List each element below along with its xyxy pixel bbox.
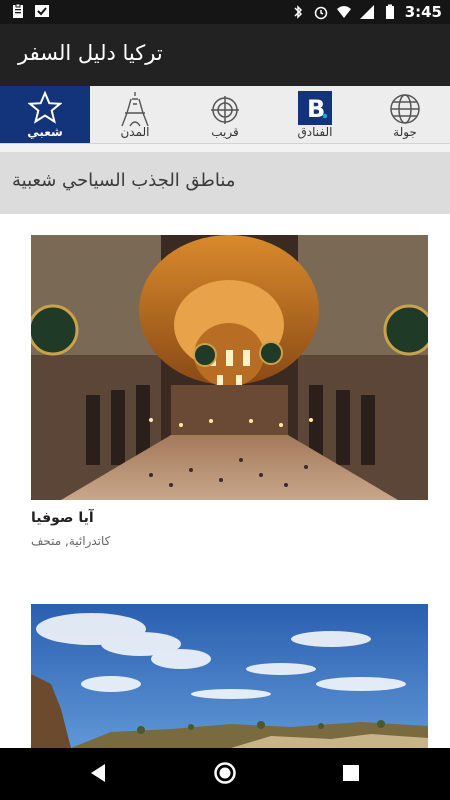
- battery-icon: [385, 4, 394, 19]
- star-icon: [28, 91, 62, 124]
- alarm-icon: [314, 6, 327, 20]
- eiffel-tower-icon: [121, 92, 149, 127]
- tab-nearby[interactable]: قريب: [180, 86, 270, 143]
- section-title: مناطق الجذب السياحي شعبية: [12, 170, 236, 191]
- home-icon[interactable]: [213, 761, 237, 785]
- cappadocia-photo[interactable]: [31, 604, 428, 748]
- svg-text:B: B: [307, 95, 325, 123]
- attraction-card[interactable]: [31, 604, 428, 748]
- status-bar: 3:45: [0, 0, 450, 24]
- clipboard-icon: [13, 3, 23, 18]
- hagia-sophia-photo[interactable]: [31, 235, 428, 500]
- app-title: تركيا دليل السفر: [18, 41, 163, 65]
- tab-cities[interactable]: المدن: [90, 86, 180, 143]
- back-icon[interactable]: [88, 762, 108, 784]
- attraction-name[interactable]: آيا صوفيا: [31, 510, 428, 526]
- attractions-list[interactable]: آيا صوفيا كاتدرائية, متحف: [0, 214, 450, 748]
- tab-popular[interactable]: شعبي: [0, 86, 90, 143]
- category-tabs: شعبي المدن قريب B الفنادق جولة: [0, 86, 450, 144]
- globe-icon: [390, 94, 420, 124]
- recents-icon[interactable]: [342, 764, 360, 782]
- booking-icon: B: [298, 91, 332, 125]
- tab-nearby-label: قريب: [211, 125, 239, 139]
- section-header: مناطق الجذب السياحي شعبية: [0, 152, 450, 214]
- tab-hotels[interactable]: B الفنادق: [270, 86, 360, 143]
- tab-hotels-label: الفنادق: [297, 125, 333, 139]
- tab-tour-label: جولة: [393, 125, 417, 139]
- crosshair-icon: [211, 96, 239, 124]
- attraction-category: كاتدرائية, متحف: [31, 534, 111, 548]
- signal-icon: [359, 5, 374, 19]
- tab-popular-label: شعبي: [27, 125, 63, 139]
- app-bar: تركيا دليل السفر: [0, 24, 450, 86]
- bluetooth-icon: [294, 5, 302, 19]
- tab-cities-label: المدن: [120, 125, 150, 139]
- clock-time: 3:45: [404, 3, 442, 21]
- tab-tour[interactable]: جولة: [360, 86, 450, 143]
- attraction-card[interactable]: آيا صوفيا كاتدرائية, متحف: [31, 235, 428, 548]
- system-nav-bar: [0, 748, 450, 800]
- check-badge-icon: [35, 5, 49, 17]
- wifi-icon: [336, 6, 351, 18]
